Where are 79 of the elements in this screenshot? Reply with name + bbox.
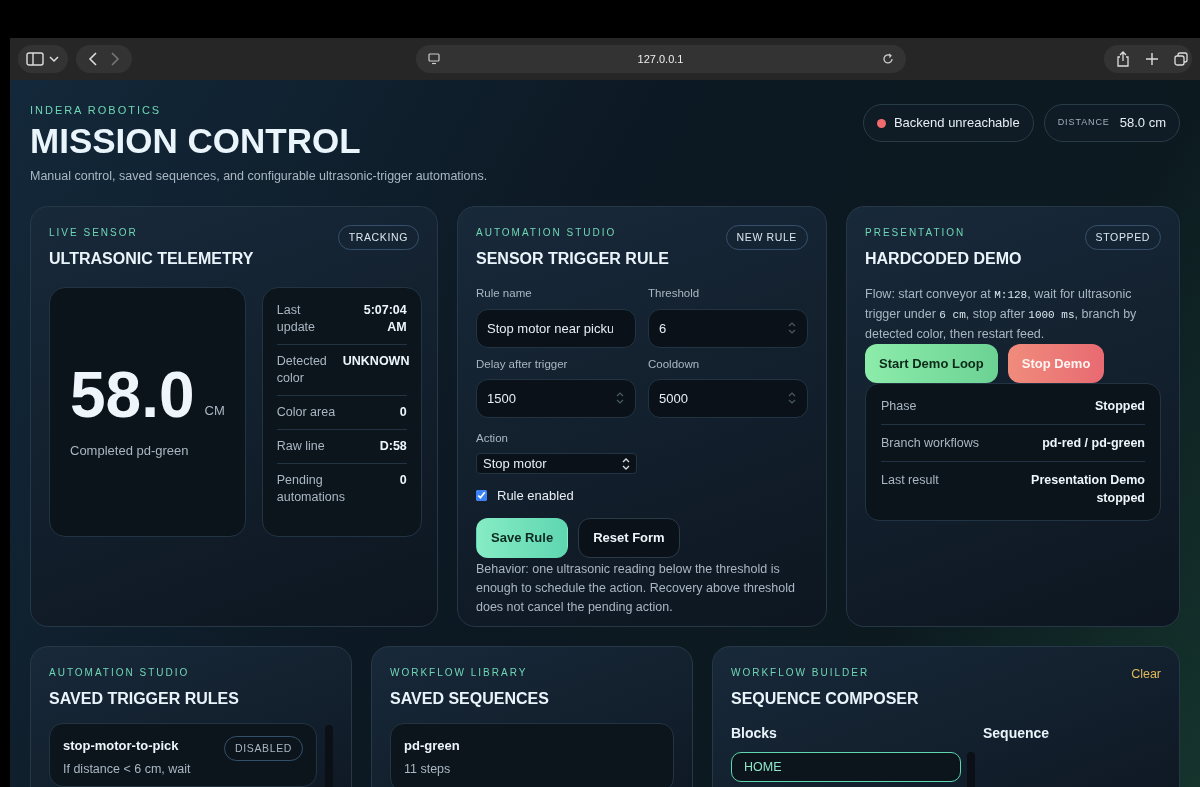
enabled-checkbox[interactable] [476,490,487,502]
stepper-icon[interactable] [616,390,624,405]
stat-label: Color area [276,404,337,422]
column-heading: Blocks [731,724,778,744]
stat-label: Last update [276,302,316,337]
url-text: 127.0.0.1 [636,51,685,67]
stat-value: 0 [398,404,407,422]
back-icon[interactable] [88,52,98,66]
rule-name: stop-motor-to-pick [63,737,180,756]
checkbox-label: Rule enabled [497,487,574,505]
number-field[interactable]: 5000 [648,378,808,418]
sequence-name: pd-green [404,737,461,756]
field-label: Action [476,430,509,446]
stepper-icon[interactable] [788,390,796,405]
rule-description: If distance < 6 cm, wait [63,760,192,778]
save-button[interactable]: Save Rule [476,517,569,558]
stat-value: 5:07:04 AM [362,302,407,337]
stat-label: Phase [881,398,917,416]
reading-caption: Completed pd-green [70,441,190,460]
address-bar[interactable]: 127.0.0.1 [415,45,906,73]
panel-eyebrow: AUTOMATION STUDIO [476,226,618,241]
column-heading: Sequence [983,724,1051,744]
clear-link[interactable]: Clear [1131,665,1161,684]
distance-reading: 58.0 [70,364,195,425]
block-item[interactable]: HOME [731,752,961,783]
action-select[interactable]: Stop motor [476,453,637,474]
plus-icon[interactable] [1146,53,1158,65]
distance-value: 58.0 cm [1119,114,1166,133]
page-title: MISSION CONTROL [30,120,362,161]
reload-icon[interactable] [881,53,894,65]
page-icon [427,53,440,65]
stat-value: 0 [398,472,407,490]
stat-label: Branch workflows [881,435,979,453]
panel-title: SEQUENCE COMPOSER [731,689,919,710]
brand-eyebrow: INDERA ROBOTICS [30,103,163,118]
stat-value: Stopped [1094,398,1145,416]
sequence-card[interactable]: pd-green 11 steps [390,723,674,787]
field-label: Delay after trigger [476,356,569,372]
stat-value: pd-red / pd-green [1041,435,1145,453]
reset-button[interactable]: Reset Form [578,517,680,558]
start-demo-button[interactable]: Start Demo Loop [865,344,998,384]
sidebar-icon[interactable] [26,52,44,66]
stat-label: Pending automations [276,472,343,507]
rule-card[interactable]: stop-motor-to-pick If distance < 6 cm, wait DISABLED [49,723,317,787]
panel-title: ULTRASONIC TELEMETRY [49,249,254,270]
unit-label: CM [204,402,225,420]
field-label: Cooldown [648,356,701,372]
field-label: Threshold [648,286,701,302]
page-subtitle: Manual control, saved sequences, and configurable ultrasonic-trigger automations. [30,167,488,185]
number-field[interactable]: 6 [648,308,808,348]
flow-description: Flow: start conveyor at M:128, wait for ultrasonic trigger under 6 cm, stop after 1000 ms, branch by detected color, then restart feed. [865,286,1138,344]
stat-label: Last result [881,472,939,490]
tabs-icon[interactable] [1174,52,1188,66]
stat-label: Detected color [276,353,328,388]
panel-title: SAVED TRIGGER RULES [49,689,239,710]
select-chevron-icon [622,457,630,470]
panel-title: SENSOR TRIGGER RULE [476,249,669,270]
panel-title: SAVED SEQUENCES [390,689,549,710]
step-count: 11 steps [404,760,452,778]
chevron-down-icon[interactable] [48,54,60,64]
behavior-note: Behavior: one ultrasonic reading below the threshold is enough to schedule the action. Recovery above threshold does not cancel the pending action. [476,560,796,616]
stat-value: UNKNOWN [342,353,407,371]
panel-title: HARDCODED DEMO [865,249,1022,270]
forward-icon[interactable] [110,52,120,66]
share-icon[interactable] [1116,51,1130,67]
stat-value: D:58 [378,438,407,456]
status-text: Backend unreachable [893,114,1020,133]
panel-eyebrow: WORKFLOW BUILDER [731,666,871,681]
panel-eyebrow: WORKFLOW LIBRARY [390,666,529,681]
number-field[interactable]: 1500 [476,378,636,418]
text-field[interactable]: Stop motor near picku [476,308,636,348]
field-label: Rule name [476,286,533,302]
panel-eyebrow: PRESENTATION [865,226,967,241]
panel-eyebrow: LIVE SENSOR [49,226,139,241]
stat-label: Raw line [276,438,326,456]
distance-label: DISTANCE [1057,116,1110,130]
panel-eyebrow: AUTOMATION STUDIO [49,666,191,681]
stepper-icon[interactable] [788,320,796,335]
stat-value: Presentation Demo stopped [1030,472,1145,508]
